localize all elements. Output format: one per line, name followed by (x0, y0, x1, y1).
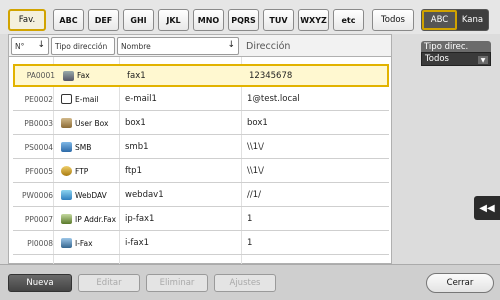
row-number: PW0006 (21, 190, 53, 200)
row-name: e-mail1 (125, 94, 157, 104)
dropdown-arrow-icon: ▼ (478, 56, 488, 64)
header-number[interactable]: N° ↓ (11, 37, 49, 55)
tab-tuv[interactable]: TUV (263, 9, 294, 31)
row-name: ip-fax1 (125, 214, 155, 224)
header-type-label: Tipo dirección (55, 41, 108, 51)
ftp-icon (61, 166, 72, 176)
tab-jkl[interactable]: JKL (158, 9, 189, 31)
row-address: \\1\/ (247, 142, 264, 152)
header-number-label: N° (15, 41, 25, 51)
settings-button[interactable]: Ajustes (214, 274, 276, 292)
table-row[interactable]: PA0001 Fax fax1 12345678 (13, 64, 389, 87)
webdav-icon (61, 190, 72, 200)
index-bar: Fav. ABC DEF GHI JKL MNO PQRS TUV WXYZ e… (0, 0, 500, 34)
table-row[interactable]: PE0002 E-mail e-mail1 1@test.local (13, 88, 389, 111)
delete-button[interactable]: Eliminar (146, 274, 208, 292)
i-fax-icon (61, 238, 72, 248)
header-address-label: Dirección (246, 40, 291, 52)
row-number: PB0003 (24, 118, 53, 128)
double-chevron-left-icon: ◀◀ (479, 202, 495, 214)
table-row[interactable]: PB0003 User Box box1 box1 (13, 112, 389, 135)
table-row[interactable]: PS0004 SMB smb1 \\1\/ (13, 136, 389, 159)
row-type: IP Addr.Fax (57, 208, 119, 230)
row-address: 12345678 (249, 70, 293, 81)
row-type: WebDAV (57, 184, 119, 206)
tab-mno[interactable]: MNO (193, 9, 224, 31)
email-icon (61, 94, 72, 104)
header-type[interactable]: Tipo dirección (51, 37, 115, 55)
tab-etc[interactable]: etc (333, 9, 364, 31)
new-button[interactable]: Nueva (8, 274, 72, 292)
filter-select[interactable]: Todos ▼ (421, 52, 491, 66)
tab-all[interactable]: Todos (372, 9, 414, 31)
table-header: N° ↓ Tipo dirección Nombre ↓ Dirección (9, 35, 391, 57)
row-type-label: User Box (75, 118, 109, 128)
row-name: ftp1 (125, 166, 142, 176)
row-name: fax1 (127, 70, 146, 81)
tab-wxyz[interactable]: WXYZ (298, 9, 329, 31)
sort-down-icon: ↓ (227, 40, 235, 50)
header-address: Dirección (243, 37, 383, 55)
row-type-label: IP Addr.Fax (75, 214, 117, 224)
row-address: \\1\/ (247, 166, 264, 176)
row-address: 1 (247, 214, 253, 224)
tab-ghi[interactable]: GHI (123, 9, 154, 31)
row-address: //1/ (247, 190, 261, 200)
row-name: smb1 (125, 142, 149, 152)
row-type-label: Fax (77, 71, 90, 80)
filter-value: Todos (425, 54, 449, 64)
row-type: FTP (57, 160, 119, 182)
row-type-label: E-mail (75, 94, 99, 104)
toggle-kana[interactable]: Kana (457, 10, 488, 30)
row-type-label: I-Fax (75, 238, 93, 248)
tab-favorites[interactable]: Fav. (8, 9, 46, 31)
tab-pqrs[interactable]: PQRS (228, 9, 259, 31)
table-row[interactable]: PP0007 IP Addr.Fax ip-fax1 1 (13, 208, 389, 231)
address-table: N° ↓ Tipo dirección Nombre ↓ Dirección P… (8, 34, 392, 264)
row-type: User Box (57, 112, 119, 134)
alphabet-toggle: ABC Kana (421, 9, 489, 31)
row-name: box1 (125, 118, 146, 128)
table-row[interactable]: PI0008 I-Fax i-fax1 1 (13, 232, 389, 255)
table-row[interactable]: PW0006 WebDAV webdav1 //1/ (13, 184, 389, 207)
row-type: I-Fax (57, 232, 119, 254)
row-number: PF0005 (25, 166, 53, 176)
row-name: i-fax1 (125, 238, 150, 248)
smb-icon (61, 142, 72, 152)
row-type-label: WebDAV (75, 190, 107, 200)
row-number: PA0001 (26, 71, 55, 80)
ip-fax-icon (61, 214, 72, 224)
row-type: Fax (59, 66, 121, 85)
tab-abc[interactable]: ABC (53, 9, 84, 31)
action-bar: Nueva Editar Eliminar Ajustes Cerrar (0, 264, 500, 300)
row-address: box1 (247, 118, 268, 128)
row-number: PE0002 (24, 94, 53, 104)
row-type-label: SMB (75, 142, 92, 152)
row-address: 1 (247, 238, 253, 248)
row-number: PP0007 (24, 214, 53, 224)
row-type-label: FTP (75, 166, 89, 176)
fax-icon (63, 70, 74, 81)
row-type: E-mail (57, 88, 119, 110)
header-name-label: Nombre (121, 41, 151, 51)
table-row[interactable]: PF0005 FTP ftp1 \\1\/ (13, 160, 389, 183)
row-address: 1@test.local (247, 94, 300, 104)
row-name: webdav1 (125, 190, 164, 200)
close-button[interactable]: Cerrar (426, 273, 494, 293)
row-number: PI0008 (27, 238, 53, 248)
collapse-panel-button[interactable]: ◀◀ (474, 196, 500, 220)
edit-button[interactable]: Editar (78, 274, 140, 292)
row-type: SMB (57, 136, 119, 158)
tab-def[interactable]: DEF (88, 9, 119, 31)
toggle-abc[interactable]: ABC (422, 10, 457, 30)
header-name[interactable]: Nombre ↓ (117, 37, 239, 55)
row-number: PS0004 (24, 142, 53, 152)
user-box-icon (61, 118, 72, 128)
sort-down-icon: ↓ (37, 40, 45, 50)
